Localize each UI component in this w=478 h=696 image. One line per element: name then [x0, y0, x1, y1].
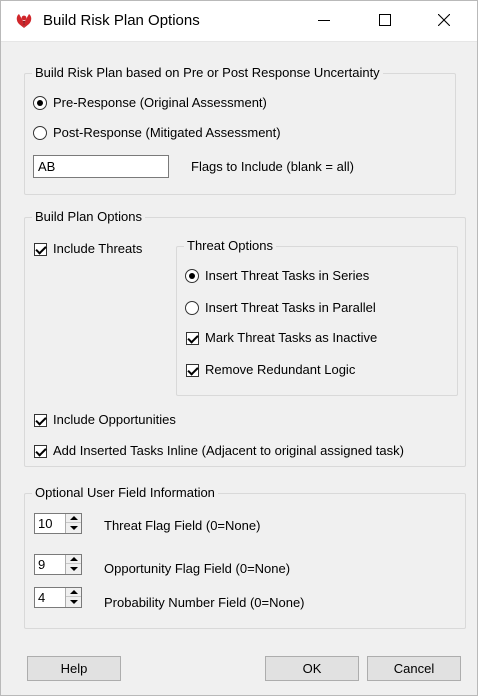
threat-flag-label: Threat Flag Field (0=None) [104, 518, 261, 533]
probability-spin-buttons [65, 588, 81, 607]
add-inline-check-indicator[interactable] [34, 444, 47, 458]
insert-parallel-radio[interactable]: Insert Threat Tasks in Parallel [185, 300, 376, 316]
opportunity-flag-value[interactable]: 9 [38, 556, 45, 573]
arrow-up-icon [69, 557, 78, 561]
arrow-down-icon [69, 566, 78, 571]
probability-spinner[interactable]: 4 [34, 587, 82, 608]
dialog-window: Build Risk Plan Options Build Risk Plan … [0, 0, 478, 696]
include-opportunities-check-indicator[interactable] [34, 413, 47, 427]
probability-down-button[interactable] [66, 597, 81, 606]
mark-inactive-checkbox[interactable]: Mark Threat Tasks as Inactive [186, 330, 377, 346]
window-title: Build Risk Plan Options [43, 12, 200, 29]
pre-response-label: Pre-Response (Original Assessment) [53, 95, 267, 110]
probability-value[interactable]: 4 [38, 589, 45, 606]
arrow-up-icon [69, 516, 78, 520]
minimize-button[interactable] [301, 1, 347, 42]
uncertainty-group-title: Build Risk Plan based on Pre or Post Res… [32, 65, 383, 81]
opportunity-flag-label: Opportunity Flag Field (0=None) [104, 561, 291, 576]
minimize-icon [318, 14, 330, 29]
add-inline-label: Add Inserted Tasks Inline (Adjacent to o… [53, 443, 404, 458]
threat-options-group-title: Threat Options [184, 238, 276, 254]
add-inline-checkbox[interactable]: Add Inserted Tasks Inline (Adjacent to o… [34, 443, 404, 459]
post-response-label: Post-Response (Mitigated Assessment) [53, 125, 281, 140]
close-icon [437, 13, 451, 29]
insert-series-label: Insert Threat Tasks in Series [205, 268, 370, 283]
ok-button[interactable]: OK [265, 656, 359, 681]
opportunity-flag-spin-buttons [65, 555, 81, 574]
insert-series-radio-indicator[interactable] [185, 269, 199, 283]
help-button[interactable]: Help [27, 656, 121, 681]
remove-redundant-label: Remove Redundant Logic [205, 362, 356, 377]
maximize-button[interactable] [362, 1, 408, 42]
mark-inactive-check-indicator[interactable] [186, 331, 199, 345]
threat-flag-spin-buttons [65, 514, 81, 533]
pre-response-radio[interactable]: Pre-Response (Original Assessment) [33, 95, 267, 111]
arrow-down-icon [69, 599, 78, 604]
threat-flag-up-button[interactable] [66, 514, 81, 523]
insert-series-radio[interactable]: Insert Threat Tasks in Series [185, 268, 369, 284]
arrow-up-icon [69, 590, 78, 594]
opportunity-flag-down-button[interactable] [66, 564, 81, 573]
threat-flag-spinner[interactable]: 10 [34, 513, 82, 534]
post-response-radio-indicator[interactable] [33, 126, 47, 140]
include-threats-checkbox[interactable]: Include Threats [34, 241, 142, 257]
flags-input[interactable]: AB [33, 155, 169, 178]
cancel-button[interactable]: Cancel [367, 656, 461, 681]
arrow-down-icon [69, 525, 78, 530]
remove-redundant-checkbox[interactable]: Remove Redundant Logic [186, 362, 355, 378]
app-logo-icon [15, 12, 33, 30]
threat-flag-value[interactable]: 10 [38, 515, 52, 532]
build-plan-group-title: Build Plan Options [32, 209, 145, 225]
insert-parallel-radio-indicator[interactable] [185, 301, 199, 315]
close-button[interactable] [421, 1, 467, 42]
maximize-icon [379, 14, 391, 29]
insert-parallel-label: Insert Threat Tasks in Parallel [205, 300, 376, 315]
opportunity-flag-spinner[interactable]: 9 [34, 554, 82, 575]
title-bar[interactable]: Build Risk Plan Options [1, 1, 477, 42]
probability-label: Probability Number Field (0=None) [104, 595, 305, 610]
threat-flag-down-button[interactable] [66, 523, 81, 532]
probability-up-button[interactable] [66, 588, 81, 597]
include-threats-label: Include Threats [53, 241, 143, 256]
flags-label: Flags to Include (blank = all) [191, 159, 354, 174]
post-response-radio[interactable]: Post-Response (Mitigated Assessment) [33, 125, 281, 141]
pre-response-radio-indicator[interactable] [33, 96, 47, 110]
include-opportunities-checkbox[interactable]: Include Opportunities [34, 412, 176, 428]
opportunity-flag-up-button[interactable] [66, 555, 81, 564]
remove-redundant-check-indicator[interactable] [186, 363, 199, 377]
include-opportunities-label: Include Opportunities [53, 412, 176, 427]
user-field-group-title: Optional User Field Information [32, 485, 218, 501]
mark-inactive-label: Mark Threat Tasks as Inactive [205, 330, 378, 345]
include-threats-check-indicator[interactable] [34, 242, 47, 256]
